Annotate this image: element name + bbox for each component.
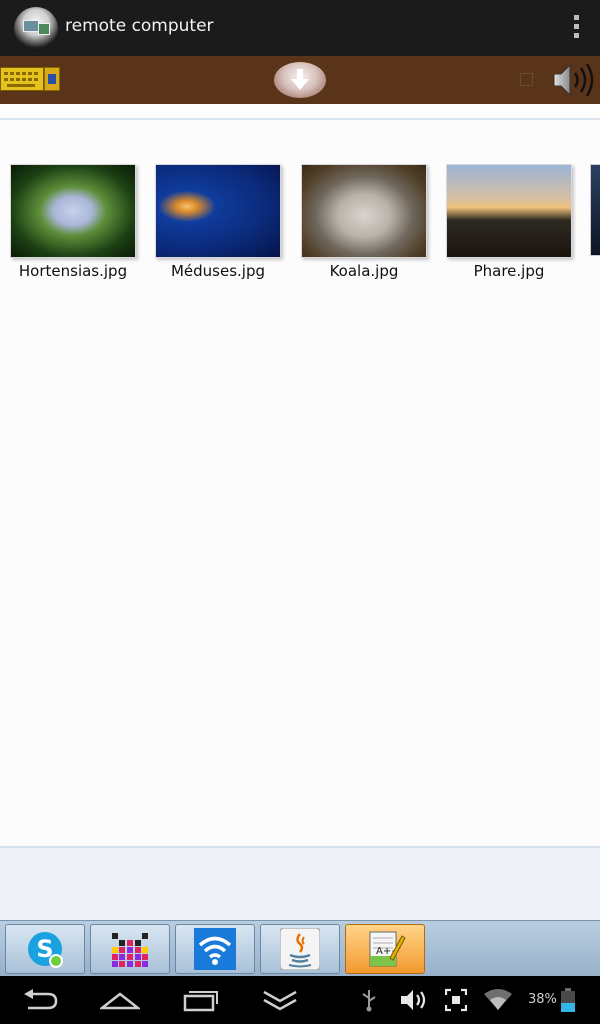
hide-keyboard-icon[interactable]	[262, 988, 298, 1012]
usb-icon	[362, 990, 376, 1012]
checkbox-icon[interactable]	[520, 73, 533, 86]
keyboard-icon[interactable]	[0, 67, 44, 91]
numpad-icon[interactable]	[44, 67, 60, 91]
taskbar-button-skype[interactable]: S	[5, 924, 85, 974]
battery-icon	[561, 988, 575, 1012]
wifi-signal-icon	[484, 989, 512, 1010]
app-logo-icon[interactable]	[14, 7, 58, 51]
file-tile[interactable]: Hortensias.jpg	[10, 164, 136, 280]
remote-toolbar	[0, 56, 600, 104]
action-bar: remote computer	[0, 0, 600, 57]
notepad-plus-plus-icon: A++	[369, 931, 406, 967]
skype-icon: S	[28, 932, 63, 968]
file-browser-area: Hortensias.jpg Méduses.jpg Koala.jpg Pha…	[0, 120, 600, 846]
download-arrow-icon[interactable]	[274, 62, 326, 98]
java-icon	[280, 928, 320, 970]
back-icon[interactable]	[24, 988, 58, 1012]
speaker-icon[interactable]	[552, 62, 596, 98]
file-name: Méduses.jpg	[170, 262, 266, 280]
file-name: Phare.jpg	[473, 262, 545, 280]
status-area	[0, 848, 600, 920]
home-icon[interactable]	[100, 988, 140, 1012]
taskbar-button-java[interactable]	[260, 924, 340, 974]
recent-apps-icon[interactable]	[183, 988, 219, 1012]
android-nav-bar: 38%	[0, 976, 600, 1024]
taskbar-button-pixel-app[interactable]	[90, 924, 170, 974]
taskbar: S A++	[0, 920, 600, 977]
window-top-edge	[0, 104, 600, 120]
image-thumbnail[interactable]	[446, 164, 572, 258]
wifi-app-icon	[194, 928, 236, 970]
taskbar-button-wifi[interactable]	[175, 924, 255, 974]
volume-icon[interactable]	[400, 988, 428, 1012]
taskbar-button-notepad-active[interactable]: A++	[345, 924, 425, 974]
screenshot-icon[interactable]	[445, 988, 467, 1012]
image-thumbnail-partial[interactable]	[590, 164, 600, 256]
battery-percent: 38%	[528, 992, 557, 1007]
app-title: remote computer	[65, 16, 214, 36]
file-tile[interactable]: Méduses.jpg	[155, 164, 281, 280]
file-name: Koala.jpg	[329, 262, 399, 280]
image-thumbnail[interactable]	[155, 164, 281, 258]
pixel-grid-app-icon	[112, 933, 148, 967]
file-name: Hortensias.jpg	[18, 262, 128, 280]
file-tile[interactable]: Koala.jpg	[301, 164, 427, 280]
image-thumbnail[interactable]	[301, 164, 427, 258]
file-tile[interactable]: Phare.jpg	[446, 164, 572, 280]
overflow-menu-icon[interactable]	[570, 15, 582, 41]
image-thumbnail[interactable]	[10, 164, 136, 258]
